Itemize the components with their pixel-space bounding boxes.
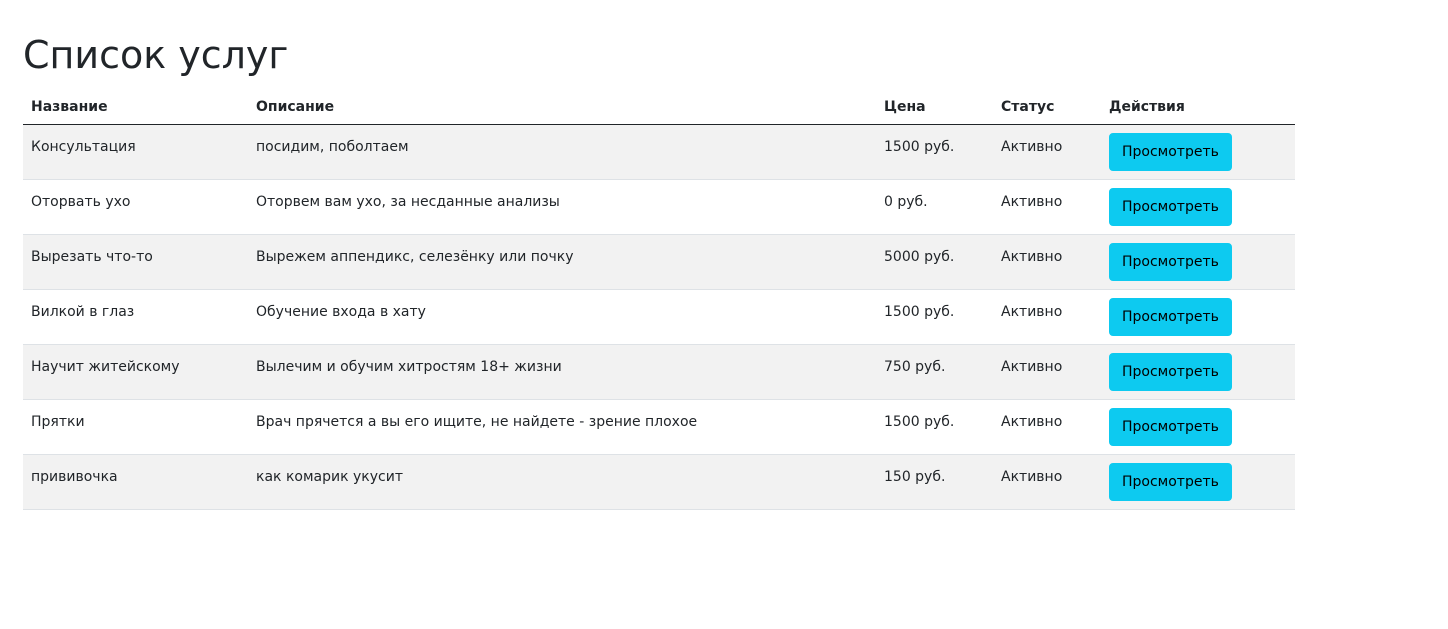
table-row: Вилкой в глаз Обучение входа в хату 1500… [23,289,1295,345]
cell-name: прививочка [23,454,248,510]
cell-description: Вырежем аппендикс, селезёнку или почку [248,234,876,290]
header-actions: Действия [1101,90,1295,125]
cell-name: Научит житейскому [23,344,248,400]
header-description: Описание [248,90,876,125]
cell-description: Вылечим и обучим хитростям 18+ жизни [248,344,876,400]
table-row: прививочка как комарик укусит 150 руб. А… [23,454,1295,510]
cell-price: 1500 руб. [876,289,993,345]
table-row: Оторвать ухо Оторвем вам ухо, за несданн… [23,179,1295,235]
cell-name: Оторвать ухо [23,179,248,235]
cell-description: Оторвем вам ухо, за несданные анализы [248,179,876,235]
cell-status: Активно [993,179,1101,235]
table-row: Прятки Врач прячется а вы его ищите, не … [23,399,1295,455]
cell-price: 1500 руб. [876,124,993,180]
view-button[interactable]: Просмотреть [1109,353,1232,391]
cell-price: 750 руб. [876,344,993,400]
table-row: Вырезать что-то Вырежем аппендикс, селез… [23,234,1295,290]
cell-price: 1500 руб. [876,399,993,455]
cell-actions: Просмотреть [1101,454,1295,510]
cell-description: Врач прячется а вы его ищите, не найдете… [248,399,876,455]
cell-actions: Просмотреть [1101,399,1295,455]
view-button[interactable]: Просмотреть [1109,243,1232,281]
cell-status: Активно [993,234,1101,290]
main-container: Список услуг Название Описание Цена Стат… [23,0,1295,510]
header-price: Цена [876,90,993,125]
table-row: Консультация посидим, поболтаем 1500 руб… [23,124,1295,180]
cell-actions: Просмотреть [1101,234,1295,290]
cell-actions: Просмотреть [1101,289,1295,345]
cell-price: 5000 руб. [876,234,993,290]
services-table: Название Описание Цена Статус Действия К… [23,90,1295,510]
cell-price: 0 руб. [876,179,993,235]
cell-description: как комарик укусит [248,454,876,510]
cell-price: 150 руб. [876,454,993,510]
table-row: Научит житейскому Вылечим и обучим хитро… [23,344,1295,400]
cell-status: Активно [993,344,1101,400]
cell-name: Консультация [23,124,248,180]
header-row: Название Описание Цена Статус Действия [23,90,1295,125]
view-button[interactable]: Просмотреть [1109,298,1232,336]
table-header: Название Описание Цена Статус Действия [23,90,1295,125]
view-button[interactable]: Просмотреть [1109,188,1232,226]
cell-status: Активно [993,399,1101,455]
cell-name: Вырезать что-то [23,234,248,290]
cell-actions: Просмотреть [1101,179,1295,235]
view-button[interactable]: Просмотреть [1109,463,1232,501]
cell-name: Прятки [23,399,248,455]
table-body: Консультация посидим, поболтаем 1500 руб… [23,124,1295,510]
page-title: Список услуг [23,33,289,77]
view-button[interactable]: Просмотреть [1109,133,1232,171]
cell-actions: Просмотреть [1101,344,1295,400]
cell-status: Активно [993,124,1101,180]
cell-status: Активно [993,289,1101,345]
cell-status: Активно [993,454,1101,510]
view-button[interactable]: Просмотреть [1109,408,1232,446]
cell-description: посидим, поболтаем [248,124,876,180]
header-name: Название [23,90,248,125]
cell-actions: Просмотреть [1101,124,1295,180]
cell-name: Вилкой в глаз [23,289,248,345]
cell-description: Обучение входа в хату [248,289,876,345]
header-status: Статус [993,90,1101,125]
